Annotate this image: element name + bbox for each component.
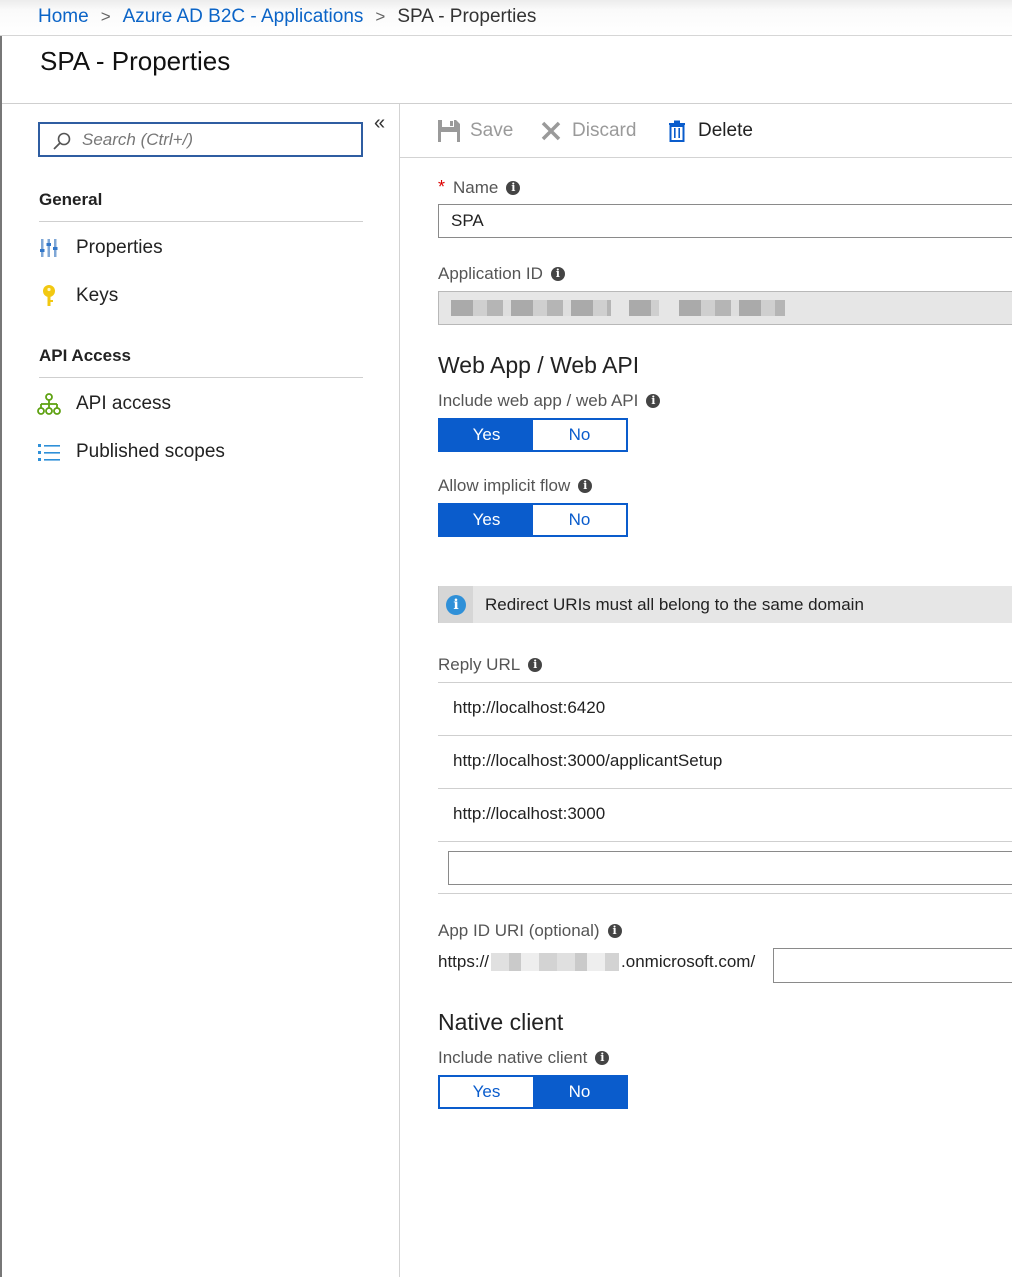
- redacted-value: [451, 300, 611, 316]
- close-icon: [538, 118, 564, 144]
- reply-url-value: http://localhost:3000: [453, 804, 606, 823]
- info-icon[interactable]: i: [578, 479, 593, 493]
- include-web-yes[interactable]: Yes: [440, 420, 533, 450]
- sidebar: « General Properties Keys API Ac: [2, 104, 400, 1277]
- redacted-value: [491, 953, 620, 971]
- reply-url-new-row: [438, 841, 1012, 894]
- breadcrumb-current: SPA - Properties: [397, 6, 537, 27]
- info-banner: i Redirect URIs must all belong to the s…: [438, 586, 1012, 623]
- implicit-flow-toggle[interactable]: Yes No: [438, 503, 628, 537]
- include-web-no[interactable]: No: [533, 420, 626, 450]
- key-icon: [36, 283, 62, 309]
- reply-url-row[interactable]: http://localhost:6420: [438, 682, 1012, 735]
- application-id-label-text: Application ID: [438, 264, 543, 283]
- info-banner-icon-block: i: [439, 586, 473, 623]
- reply-url-row[interactable]: http://localhost:3000/applicantSetup: [438, 735, 1012, 788]
- collapse-sidebar-button[interactable]: «: [374, 112, 385, 135]
- app-id-uri-domain: .onmicrosoft.com/: [621, 952, 756, 971]
- include-native-toggle[interactable]: Yes No: [438, 1075, 628, 1109]
- save-label: Save: [470, 120, 514, 141]
- app-id-uri-scheme: https://: [438, 952, 490, 971]
- app-id-uri-label-text: App ID URI (optional): [438, 921, 600, 940]
- section-heading-api-access: API Access: [39, 346, 131, 365]
- sidebar-item-label: Properties: [76, 237, 163, 258]
- section-divider: [39, 221, 363, 222]
- web-app-section-title: Web App / Web API: [438, 352, 640, 378]
- info-icon[interactable]: i: [595, 1051, 610, 1065]
- section-divider: [39, 377, 363, 378]
- save-icon: [436, 118, 462, 144]
- sidebar-item-label: Keys: [76, 285, 119, 306]
- info-icon[interactable]: i: [646, 394, 661, 408]
- page-title: SPA - Properties: [40, 46, 231, 76]
- breadcrumb-home-link[interactable]: Home: [38, 6, 89, 28]
- redacted-value: [629, 300, 659, 316]
- sidebar-item-properties[interactable]: Properties: [36, 232, 163, 264]
- sidebar-item-published-scopes[interactable]: Published scopes: [36, 436, 225, 468]
- info-icon[interactable]: i: [528, 658, 543, 672]
- name-label: * Name i: [438, 177, 521, 198]
- info-icon[interactable]: i: [506, 180, 521, 195]
- include-web-label-text: Include web app / web API: [438, 391, 639, 410]
- application-id-field: [438, 291, 1012, 325]
- redacted-value: [679, 300, 785, 316]
- search-box[interactable]: [38, 122, 363, 157]
- command-bar: Save Discard Delete: [400, 104, 1012, 158]
- include-native-no[interactable]: No: [533, 1077, 626, 1107]
- application-id-label: Application ID i: [438, 264, 565, 284]
- reply-url-row[interactable]: http://localhost:3000: [438, 788, 1012, 841]
- breadcrumb-applications-link[interactable]: Azure AD B2C - Applications: [123, 6, 364, 28]
- trash-icon: [664, 118, 690, 144]
- breadcrumb-bar: Home > Azure AD B2C - Applications > SPA…: [0, 0, 1012, 36]
- title-bar: SPA - Properties: [2, 36, 1012, 104]
- delete-label: Delete: [698, 120, 753, 141]
- new-reply-url-input[interactable]: [448, 851, 1012, 885]
- info-icon[interactable]: i: [607, 924, 622, 938]
- reply-url-label-text: Reply URL: [438, 655, 521, 674]
- delete-button[interactable]: Delete: [664, 118, 753, 144]
- reply-url-label: Reply URL i: [438, 655, 543, 675]
- breadcrumb-separator: >: [100, 7, 111, 26]
- include-native-yes[interactable]: Yes: [440, 1077, 533, 1107]
- breadcrumb: Home > Azure AD B2C - Applications > SPA…: [38, 6, 536, 28]
- info-banner-message: Redirect URIs must all belong to the sam…: [485, 595, 864, 614]
- implicit-flow-label-text: Allow implicit flow: [438, 476, 571, 495]
- native-client-section-title: Native client: [438, 1009, 564, 1035]
- search-input[interactable]: [82, 128, 352, 151]
- main-panel: Save Discard Delete * Name i SPA Applica…: [400, 104, 1012, 1277]
- section-heading-general: General: [39, 190, 103, 209]
- implicit-flow-yes[interactable]: Yes: [440, 505, 533, 535]
- app-id-uri-label: App ID URI (optional) i: [438, 921, 622, 941]
- properties-icon: [36, 235, 62, 261]
- include-web-toggle[interactable]: Yes No: [438, 418, 628, 452]
- include-native-label-text: Include native client: [438, 1048, 588, 1067]
- implicit-flow-no[interactable]: No: [533, 505, 626, 535]
- sidebar-item-keys[interactable]: Keys: [36, 280, 118, 312]
- info-circle-icon: i: [446, 594, 466, 615]
- save-button[interactable]: Save: [436, 118, 513, 144]
- name-input[interactable]: [438, 204, 1012, 238]
- breadcrumb-separator: >: [375, 7, 386, 26]
- name-label-text: Name: [453, 177, 499, 197]
- discard-button[interactable]: Discard: [538, 118, 636, 144]
- discard-label: Discard: [572, 120, 637, 141]
- implicit-flow-label: Allow implicit flow i: [438, 476, 593, 496]
- include-web-label: Include web app / web API i: [438, 391, 661, 411]
- list-icon: [36, 439, 62, 465]
- app-id-uri-input[interactable]: [773, 948, 1012, 983]
- sidebar-item-api-access[interactable]: API access: [36, 388, 171, 420]
- reply-url-value: http://localhost:6420: [453, 698, 606, 717]
- app-id-uri-prefix: https:// .onmicrosoft.com/: [438, 952, 755, 972]
- reply-url-value: http://localhost:3000/applicantSetup: [453, 751, 723, 770]
- required-marker: *: [438, 177, 446, 197]
- sidebar-item-label: Published scopes: [76, 441, 225, 462]
- api-access-icon: [36, 391, 62, 417]
- include-native-label: Include native client i: [438, 1048, 610, 1068]
- search-icon: [53, 132, 71, 150]
- sidebar-item-label: API access: [76, 393, 172, 414]
- info-icon[interactable]: i: [550, 267, 565, 281]
